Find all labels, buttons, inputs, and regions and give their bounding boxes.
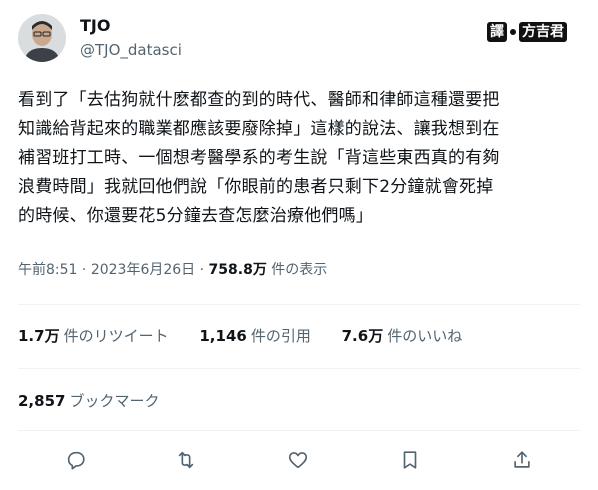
tweet-line: 看到了「去估狗就什麽都查的到的時代、醫師和律師這種還要把 xyxy=(18,90,500,110)
author-name[interactable]: TJO xyxy=(80,16,110,36)
bookmark-button[interactable] xyxy=(396,446,424,474)
tweet-meta: 午前8:51 · 2023年6月26日 · 758.8万 件の表示 xyxy=(18,260,327,280)
bookmark-icon xyxy=(403,451,417,469)
quotes-stat[interactable]: 1,146 件の引用 xyxy=(199,325,310,347)
bookmarks-stat[interactable]: 2,857 ブックマーク xyxy=(18,390,159,412)
tweet-line: 的時候、你還要花5分鐘去查怎麼治療他們嗎」 xyxy=(18,206,374,226)
like-icon xyxy=(288,452,308,469)
tweet-date[interactable]: 2023年6月26日 xyxy=(91,262,195,278)
tweet-line: 浪費時間」我就回他們說「你眼前的患者只剩下2分鐘就會死掉 xyxy=(18,177,494,197)
meta-separator: · xyxy=(77,262,91,278)
avatar-image xyxy=(18,14,66,62)
like-button[interactable] xyxy=(284,446,312,474)
retweets-count: 1.7万 xyxy=(18,327,60,345)
author-handle[interactable]: @TJO_datasci xyxy=(80,40,182,60)
action-bar xyxy=(18,446,578,474)
views-count: 758.8万 xyxy=(208,262,267,278)
quotes-label: 件の引用 xyxy=(250,327,311,345)
tweet-line: 知識給背起來的職業都應該要廢除掉」這樣的說法、讓我想到在 xyxy=(18,119,500,139)
tweet-text: 看到了「去估狗就什麽都查的到的時代、醫師和律師這種還要把 知識給背起來的職業都應… xyxy=(18,86,588,231)
engagement-stats: 1.7万 件のリツイート 1,146 件の引用 7.6万 件のいいね xyxy=(18,325,488,347)
retweets-stat[interactable]: 1.7万 件のリツイート xyxy=(18,325,169,347)
retweet-icon xyxy=(178,451,194,469)
translator-badge: 譯 方吉君 xyxy=(487,22,567,42)
divider xyxy=(18,368,580,369)
likes-label: 件のいいね xyxy=(387,327,463,345)
bookmarks-count: 2,857 xyxy=(18,392,66,410)
reply-icon xyxy=(67,451,85,470)
tweet-time[interactable]: 午前8:51 xyxy=(18,262,77,278)
reply-button[interactable] xyxy=(62,446,90,474)
meta-separator: · xyxy=(195,262,209,278)
divider xyxy=(18,304,580,305)
share-button[interactable] xyxy=(508,446,536,474)
retweets-label: 件のリツイート xyxy=(63,327,169,345)
divider xyxy=(18,430,580,431)
quotes-count: 1,146 xyxy=(199,327,247,345)
views-label: 件の表示 xyxy=(266,262,328,278)
likes-stat[interactable]: 7.6万 件のいいね xyxy=(342,325,463,347)
badge-dot-icon xyxy=(510,29,516,35)
share-icon xyxy=(514,451,530,468)
retweet-button[interactable] xyxy=(172,446,200,474)
translator-name: 方吉君 xyxy=(519,22,567,42)
bookmarks-label: ブックマーク xyxy=(69,392,160,410)
likes-count: 7.6万 xyxy=(341,327,384,345)
avatar[interactable] xyxy=(18,14,66,62)
tweet-line: 補習班打工時、一個想考醫學系的考生說「背這些東西真的有夠 xyxy=(18,148,500,168)
translator-badge-label: 譯 xyxy=(487,22,507,42)
